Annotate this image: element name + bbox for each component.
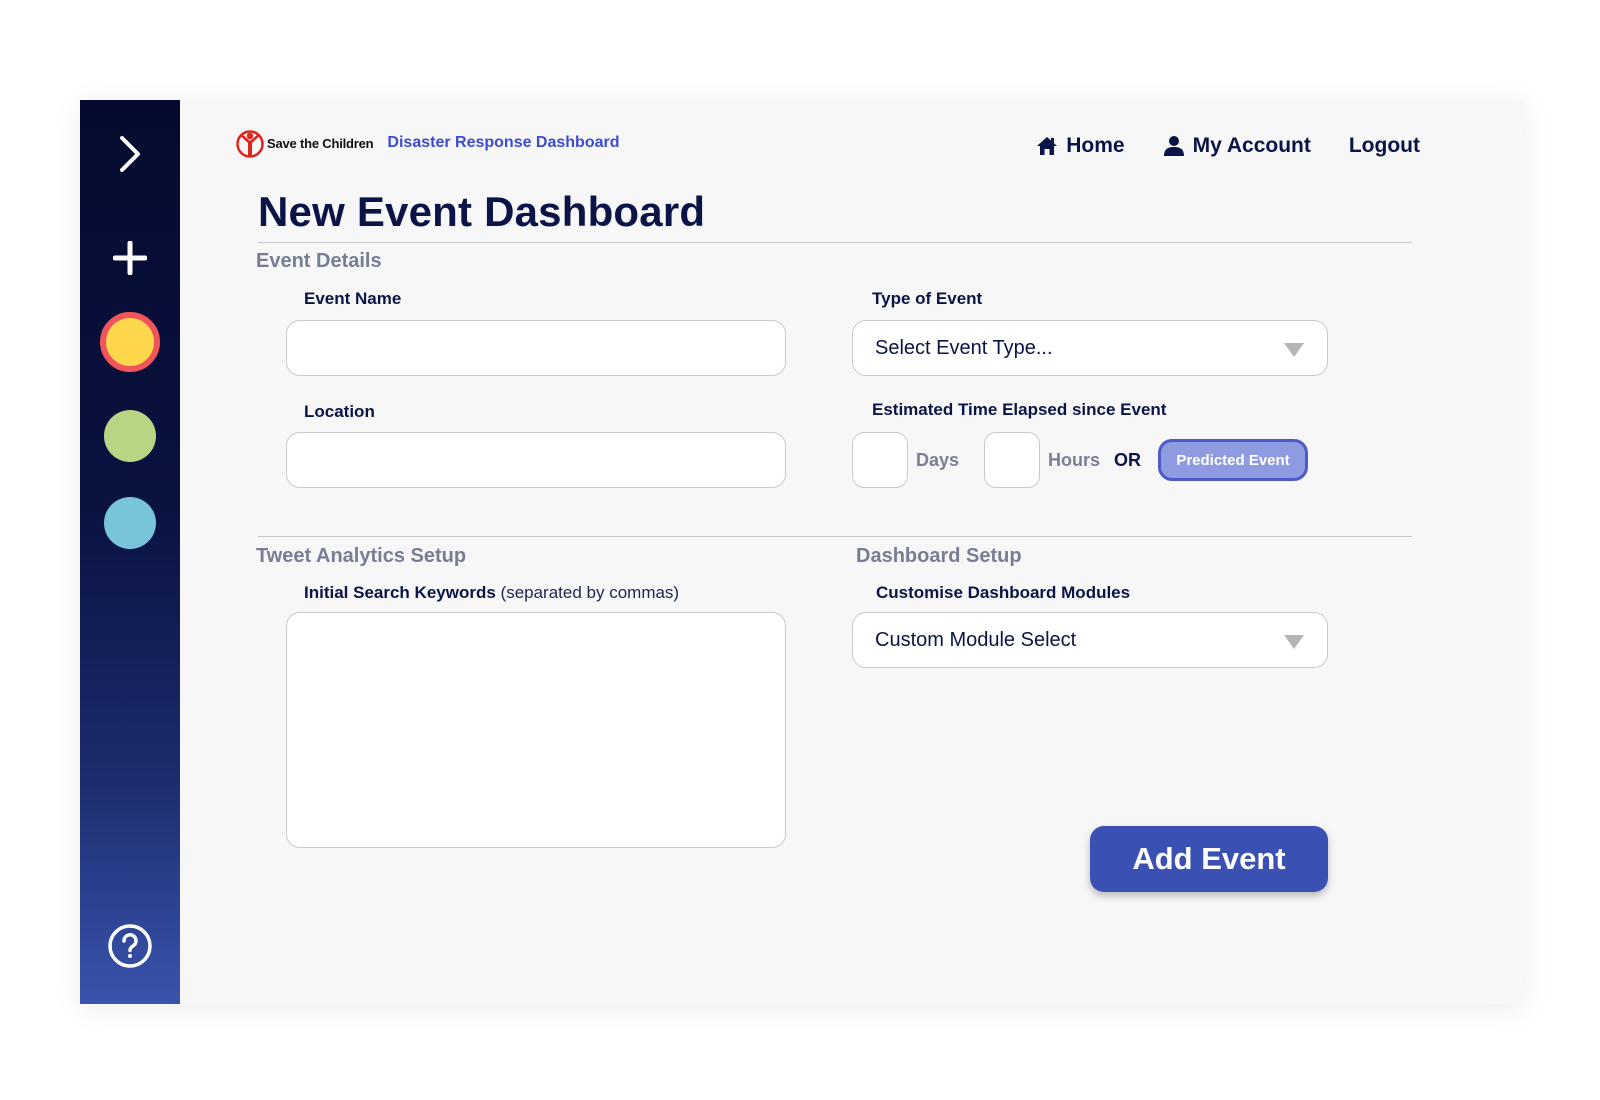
divider-middle xyxy=(258,536,1412,537)
plus-icon xyxy=(113,241,147,275)
brand-logo[interactable]: Save the Children xyxy=(236,128,374,158)
hours-unit-label: Hours xyxy=(1048,450,1101,470)
app-window: Save the Children Disaster Response Dash… xyxy=(80,100,1524,1004)
modules-selected-value: Custom Module Select xyxy=(875,628,1077,651)
event-dot-yellow[interactable] xyxy=(100,312,160,372)
section-title-tweet-analytics: Tweet Analytics Setup xyxy=(256,545,467,567)
sidebar xyxy=(80,100,180,1004)
event-dot-green[interactable] xyxy=(104,410,156,462)
predicted-event-button[interactable]: Predicted Event xyxy=(1158,439,1308,481)
help-icon xyxy=(108,924,152,968)
event-type-selected-value: Select Event Type... xyxy=(875,336,1053,359)
nav-home[interactable]: Home xyxy=(1036,134,1125,158)
location-label: Location xyxy=(304,402,375,421)
nav-home-label: Home xyxy=(1066,134,1125,157)
days-unit-label: Days xyxy=(916,450,960,470)
new-event-button[interactable] xyxy=(108,236,152,280)
event-dot-blue[interactable] xyxy=(104,497,156,549)
divider-top xyxy=(258,242,1412,243)
expand-sidebar-button[interactable] xyxy=(106,130,154,178)
keywords-textarea[interactable] xyxy=(286,612,786,848)
brand-header: Save the Children Disaster Response Dash… xyxy=(236,128,620,158)
nav-my-account-label: My Account xyxy=(1192,134,1311,157)
section-title-dashboard-setup: Dashboard Setup xyxy=(856,545,1022,567)
add-event-button[interactable]: Add Event xyxy=(1090,826,1328,892)
keywords-label-text: Initial Search Keywords xyxy=(304,583,496,602)
days-input[interactable] xyxy=(852,432,908,488)
dropdown-caret-icon xyxy=(1284,343,1304,357)
chevron-right-icon xyxy=(120,136,140,172)
event-type-label: Type of Event xyxy=(872,289,983,308)
help-button[interactable] xyxy=(106,922,154,970)
top-nav: Home My Account Logout xyxy=(998,134,1420,158)
modules-label: Customise Dashboard Modules xyxy=(876,583,1131,602)
event-name-label: Event Name xyxy=(304,289,402,308)
modules-select[interactable]: Custom Module Select xyxy=(852,612,1328,668)
keywords-label: Initial Search Keywords (separated by co… xyxy=(304,583,679,603)
dashboard-title-link[interactable]: Disaster Response Dashboard xyxy=(387,134,619,152)
home-icon xyxy=(1037,137,1058,155)
save-the-children-logo-icon xyxy=(236,130,264,158)
or-label: OR xyxy=(1114,450,1141,470)
keywords-hint: (separated by commas) xyxy=(500,583,680,602)
nav-my-account[interactable]: My Account xyxy=(1163,134,1311,158)
dropdown-caret-icon xyxy=(1284,635,1304,649)
location-input[interactable] xyxy=(286,432,786,488)
elapsed-time-label: Estimated Time Elapsed since Event xyxy=(872,400,1167,419)
main-content: Save the Children Disaster Response Dash… xyxy=(180,100,1524,1004)
brand-org-name: Save the Children xyxy=(267,135,374,151)
event-type-select[interactable]: Select Event Type... xyxy=(852,320,1328,376)
user-icon xyxy=(1163,136,1184,156)
nav-logout[interactable]: Logout xyxy=(1349,134,1420,158)
event-name-input[interactable] xyxy=(286,320,786,376)
page-title: New Event Dashboard xyxy=(258,188,706,235)
section-title-event-details: Event Details xyxy=(256,250,382,272)
nav-logout-label: Logout xyxy=(1348,134,1420,157)
hours-input[interactable] xyxy=(984,432,1040,488)
